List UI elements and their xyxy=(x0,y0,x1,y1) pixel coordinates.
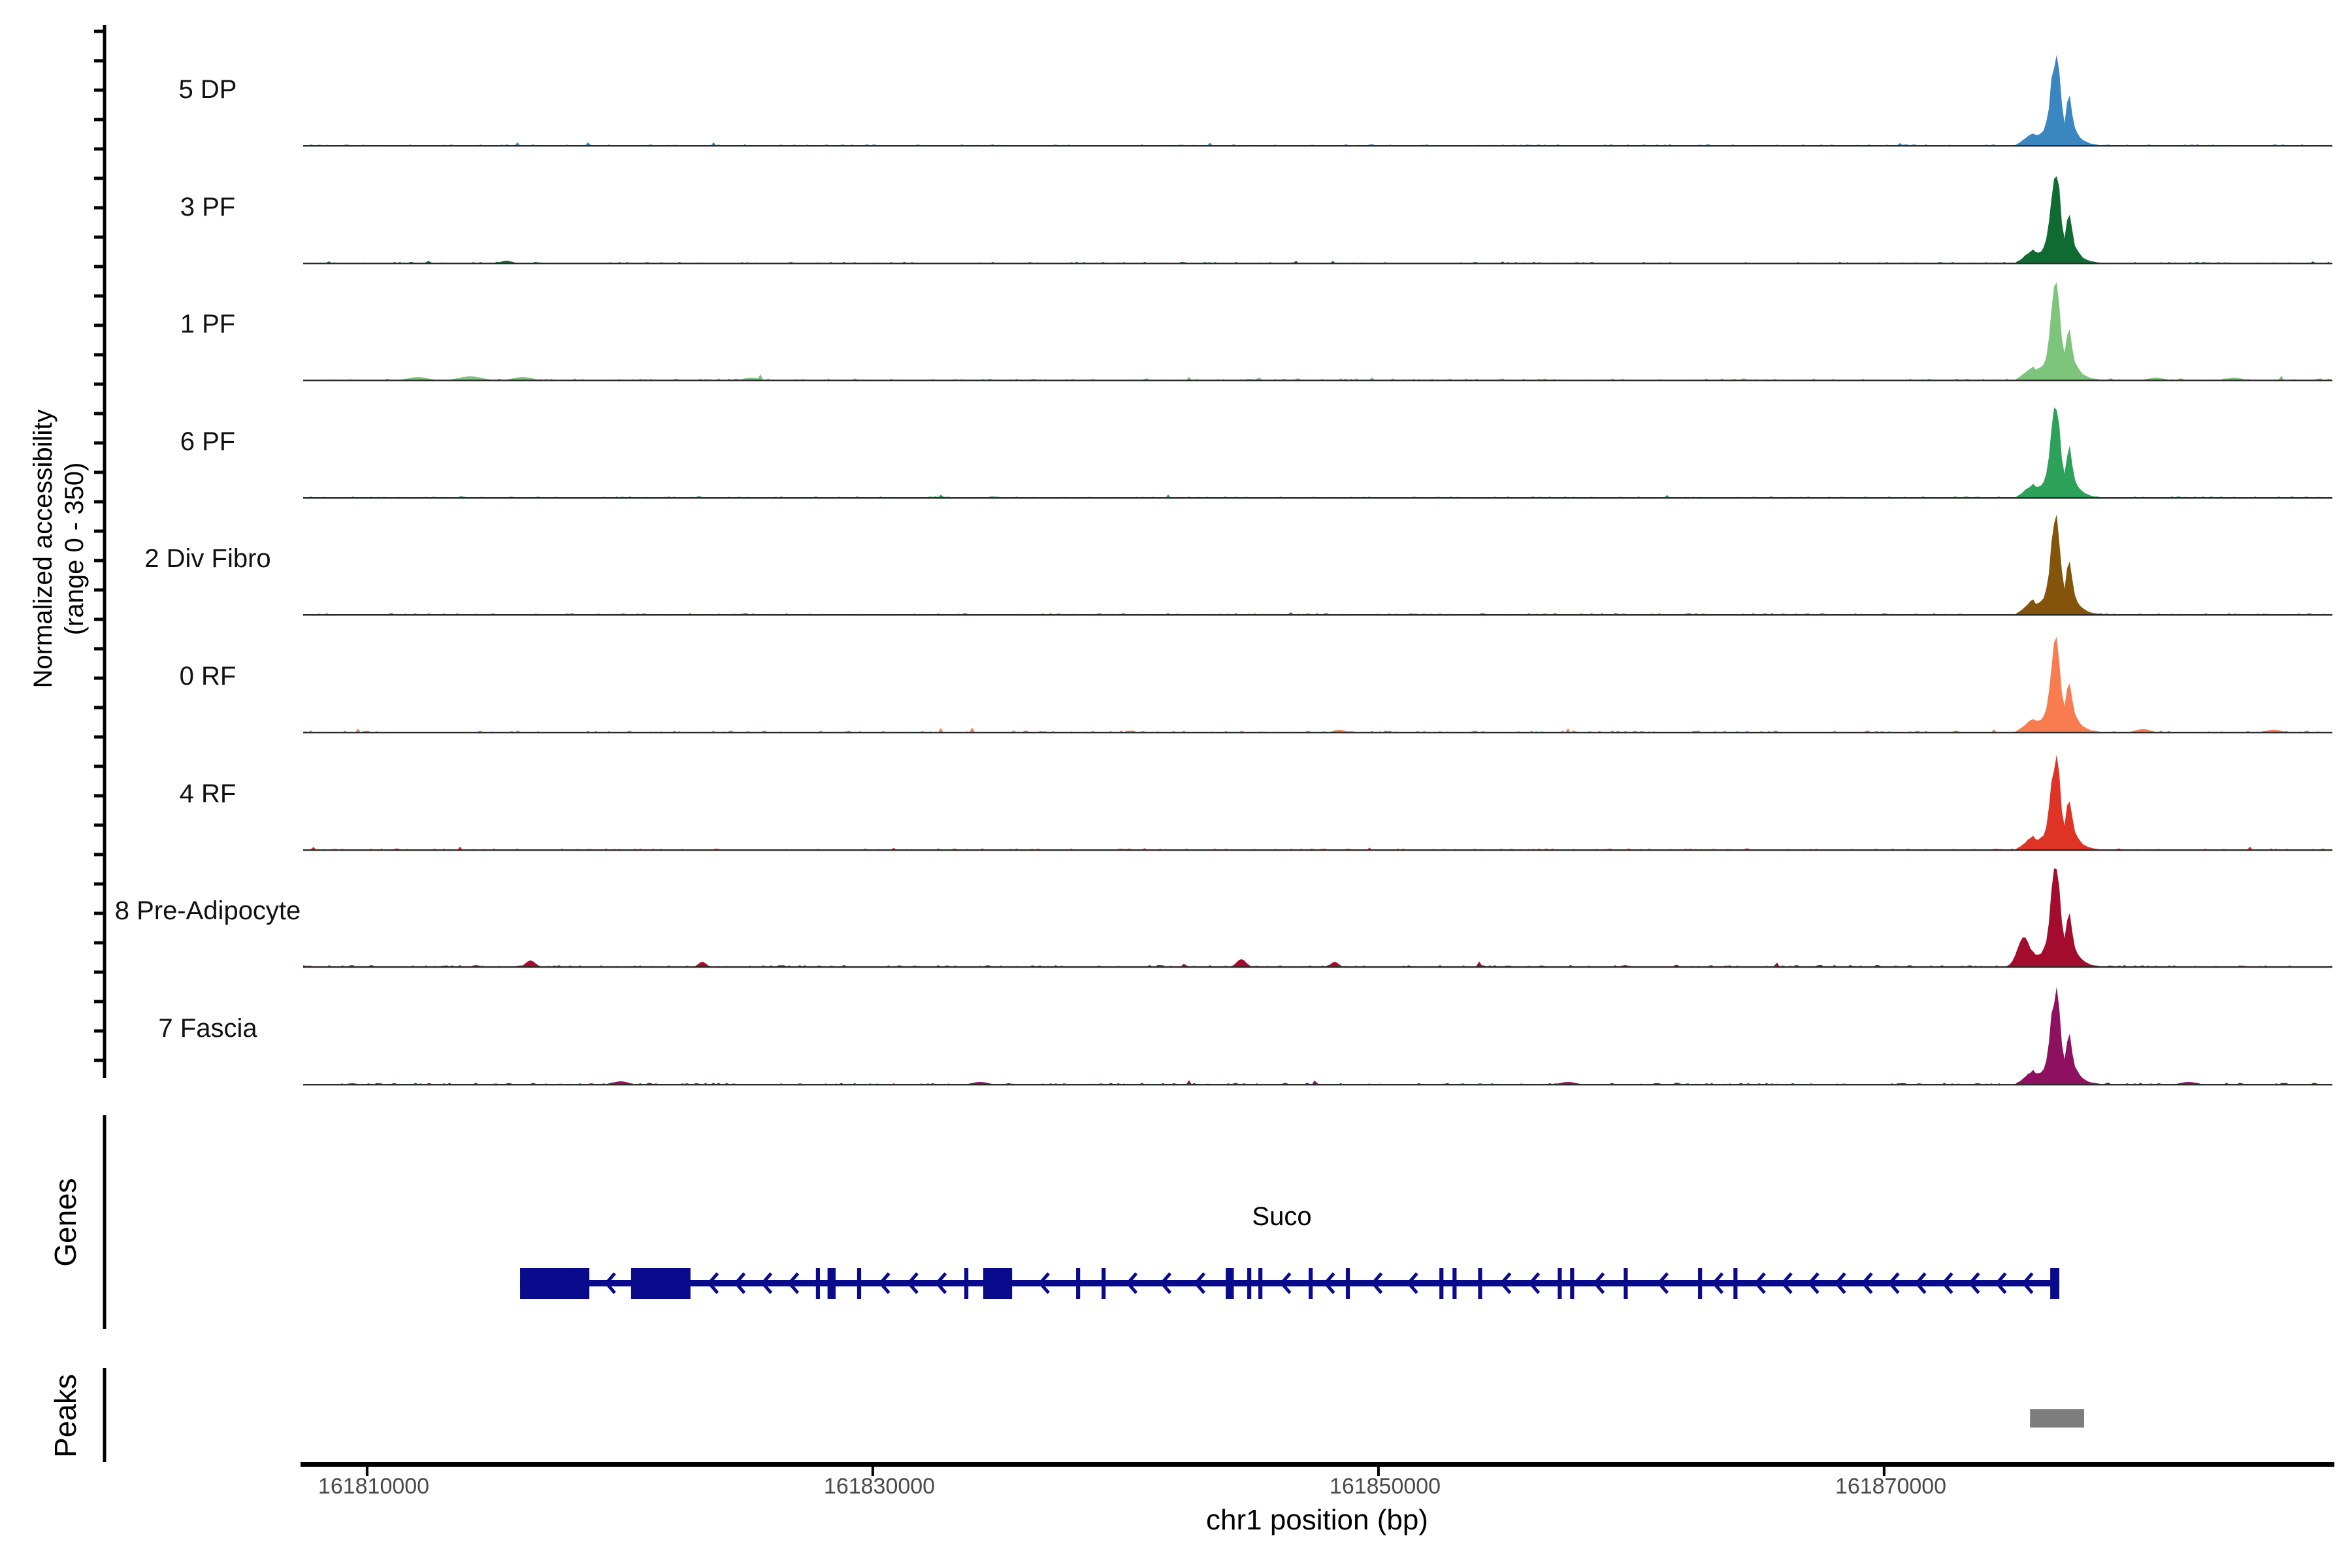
y-axis-minor-tick xyxy=(94,824,103,827)
signal-track-6 xyxy=(303,755,2332,850)
y-axis-minor-tick xyxy=(94,353,103,357)
y-axis-minor-tick xyxy=(94,706,103,710)
y-axis-minor-tick xyxy=(94,736,103,739)
y-axis-minor-tick xyxy=(94,383,103,386)
gene-exon-6 xyxy=(983,1268,1012,1299)
y-axis-title-line1: Normalized accessibility xyxy=(27,319,59,779)
y-axis-minor-tick xyxy=(94,236,103,239)
gene-body-line xyxy=(520,1280,2059,1286)
track-baseline-2 xyxy=(303,380,2332,381)
track-baseline-6 xyxy=(303,849,2332,851)
gene-exon-14 xyxy=(1439,1268,1443,1299)
x-tick-label-161810000: 161810000 xyxy=(269,1474,478,1499)
gene-exon-18 xyxy=(1570,1268,1574,1299)
track-label-1pf: 1 PF xyxy=(57,310,358,339)
y-axis-minor-tick xyxy=(94,59,103,63)
signal-track-7 xyxy=(303,868,2332,967)
track-baseline-4 xyxy=(303,614,2332,615)
peaks-section-label: Peaks xyxy=(48,1311,82,1520)
signal-track-2 xyxy=(303,282,2332,380)
track-label-4rf: 4 RF xyxy=(57,779,358,809)
signal-track-5 xyxy=(303,637,2332,732)
y-axis-minor-tick xyxy=(94,30,103,33)
y-axis-minor-tick xyxy=(94,118,103,122)
y-axis-minor-tick xyxy=(94,618,103,621)
gene-exon-7 xyxy=(1076,1268,1080,1299)
gene-name-suco: Suco xyxy=(1151,1202,1413,1232)
y-axis-minor-tick xyxy=(94,1000,103,1004)
gene-exon-4 xyxy=(857,1268,861,1299)
gene-exon-12 xyxy=(1309,1268,1313,1299)
x-tick-label-161830000: 161830000 xyxy=(775,1474,984,1499)
gene-exon-3 xyxy=(828,1268,836,1299)
gene-exon-1 xyxy=(631,1268,691,1299)
gene-exon-13 xyxy=(1346,1268,1350,1299)
gene-exon-9 xyxy=(1226,1268,1233,1299)
y-axis-minor-tick xyxy=(94,1059,103,1062)
x-tick-label-161850000: 161850000 xyxy=(1281,1474,1490,1499)
gene-exon-17 xyxy=(1558,1268,1561,1299)
signal-track-0 xyxy=(303,55,2332,146)
y-axis-minor-tick xyxy=(94,941,103,945)
track-baseline-5 xyxy=(303,732,2332,733)
gene-exon-0 xyxy=(520,1268,589,1299)
track-baseline-0 xyxy=(303,145,2332,146)
signal-track-8 xyxy=(303,987,2332,1085)
x-axis-title: chr1 position (bp) xyxy=(1056,1504,1578,1537)
gene-exon-15 xyxy=(1452,1268,1456,1299)
y-axis-minor-tick xyxy=(94,765,103,768)
track-label-0rf: 0 RF xyxy=(57,662,358,691)
genes-section-label: Genes xyxy=(48,1118,82,1327)
y-axis-minor-tick xyxy=(94,853,103,857)
gene-exon-16 xyxy=(1478,1268,1482,1299)
signal-track-4 xyxy=(303,514,2332,615)
y-axis-minor-tick xyxy=(94,471,103,474)
track-label-6pf: 6 PF xyxy=(57,427,358,457)
gene-exon-19 xyxy=(1624,1268,1627,1299)
coverage-plot-figure: Normalized accessibility (range 0 - 350)… xyxy=(0,0,2352,1568)
gene-exon-22 xyxy=(2050,1268,2059,1299)
track-label-7fascia: 7 Fascia xyxy=(57,1014,358,1043)
y-axis-minor-tick xyxy=(94,148,103,151)
signal-track-3 xyxy=(303,408,2332,498)
gene-exon-21 xyxy=(1733,1268,1737,1299)
track-baseline-1 xyxy=(303,263,2332,264)
gene-exon-20 xyxy=(1698,1268,1702,1299)
x-axis-line xyxy=(301,1462,2334,1467)
track-label-5dp: 5 DP xyxy=(57,75,358,105)
track-label-8preadipocyte: 8 Pre-Adipocyte xyxy=(57,896,358,926)
y-axis-minor-tick xyxy=(94,295,103,298)
called-peak-bar xyxy=(2030,1409,2084,1428)
x-tick-label-161870000: 161870000 xyxy=(1786,1474,1995,1499)
genes-axis-line xyxy=(103,1115,106,1329)
track-label-2divfibro: 2 Div Fibro xyxy=(57,544,358,574)
gene-exon-5 xyxy=(964,1268,968,1299)
peaks-axis-line xyxy=(103,1368,106,1462)
y-axis-minor-tick xyxy=(94,883,103,886)
gene-exon-10 xyxy=(1247,1268,1251,1299)
y-axis-minor-tick xyxy=(94,500,103,504)
y-axis-minor-tick xyxy=(94,265,103,269)
y-axis-minor-tick xyxy=(94,412,103,416)
gene-exon-11 xyxy=(1258,1268,1262,1299)
track-baseline-7 xyxy=(303,966,2332,968)
gene-exon-8 xyxy=(1102,1268,1105,1299)
track-baseline-3 xyxy=(303,497,2332,498)
y-axis-minor-tick xyxy=(94,971,103,974)
y-axis-minor-tick xyxy=(94,647,103,651)
track-label-3pf: 3 PF xyxy=(57,193,358,222)
y-axis-minor-tick xyxy=(94,530,103,533)
y-axis-minor-tick xyxy=(94,177,103,180)
signal-track-1 xyxy=(303,176,2332,263)
gene-exon-2 xyxy=(816,1268,820,1299)
y-axis-minor-tick xyxy=(94,589,103,592)
track-baseline-8 xyxy=(303,1084,2332,1085)
